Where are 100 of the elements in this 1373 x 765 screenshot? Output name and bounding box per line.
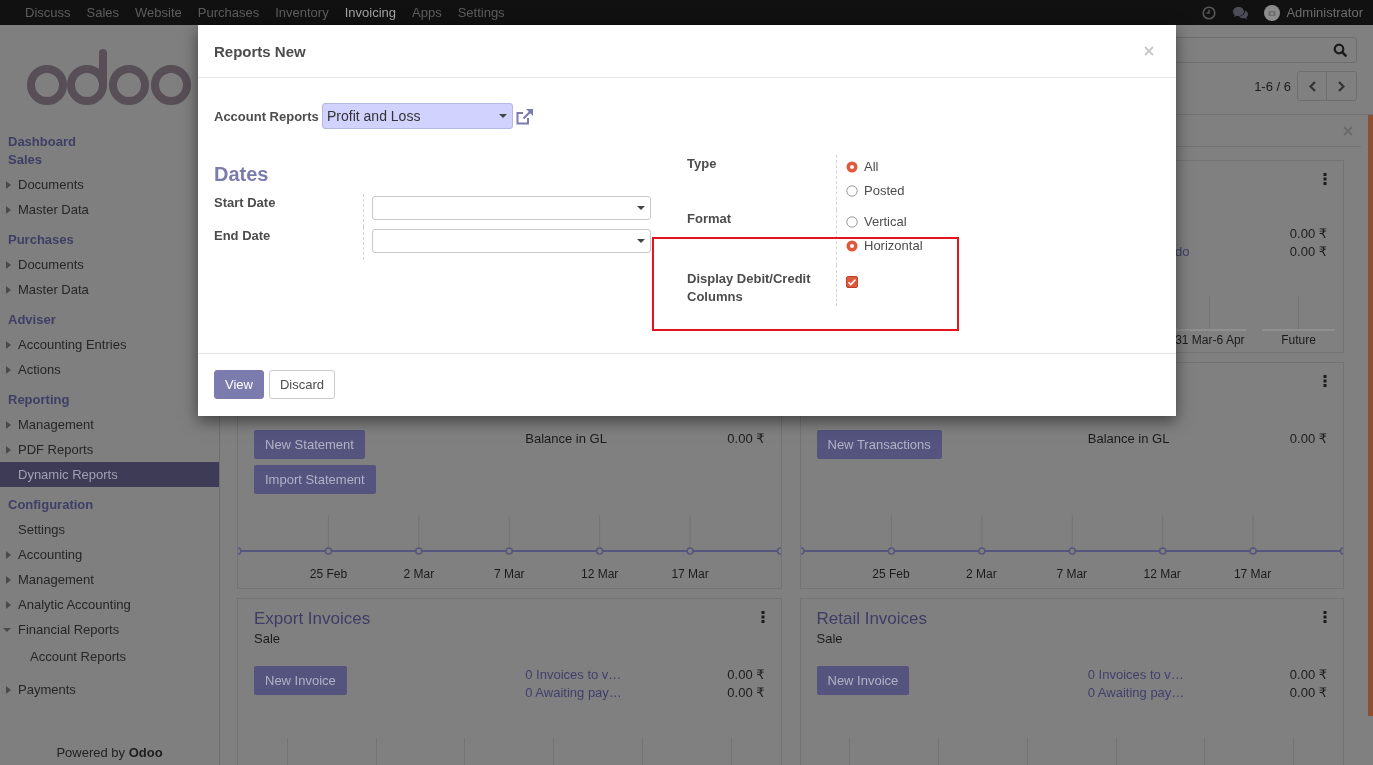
menu-item[interactable]: Settings <box>0 517 198 542</box>
app-menu-item[interactable]: Apps <box>404 0 450 25</box>
field-label: Start Date <box>214 194 277 212</box>
close-button[interactable] <box>1144 46 1154 56</box>
stat-link[interactable]: 0 Awaiting pay… <box>525 684 622 702</box>
date-field[interactable] <box>372 229 651 253</box>
card-title[interactable]: Retail Invoices <box>816 609 928 629</box>
field-label: Display Debit/Credit Columns <box>687 270 812 306</box>
menu-item[interactable]: Management <box>0 412 198 437</box>
axis-label: Future <box>1281 332 1316 349</box>
radio-button[interactable] <box>846 161 858 173</box>
action-button[interactable]: New Invoice <box>816 666 910 695</box>
axis-label: 12 Mar <box>580 566 620 583</box>
app-menu-item[interactable]: Website <box>127 0 190 25</box>
menu-item[interactable]: Documents <box>0 252 198 277</box>
kebab-menu-icon[interactable] <box>1323 375 1327 387</box>
menu-item[interactable]: PDF Reports <box>0 437 198 462</box>
chat-icon[interactable] <box>1232 5 1250 20</box>
field-label: Account Reports <box>214 108 320 124</box>
action-button[interactable]: New Statement <box>254 430 365 459</box>
radio-button[interactable] <box>846 240 858 252</box>
menu-item[interactable]: Documents <box>0 172 198 197</box>
action-button[interactable]: New Transactions <box>816 430 942 459</box>
stat-link[interactable]: do <box>1175 243 1190 261</box>
axis-label: 25 Feb <box>308 566 349 583</box>
menu-section-title: Sales <box>7 151 43 169</box>
menu-item[interactable]: Account Reports <box>0 644 198 669</box>
chart-point <box>238 547 242 555</box>
stat-link[interactable]: 0 Invoices to v… <box>1087 666 1184 684</box>
checkbox[interactable] <box>846 276 858 288</box>
stat-amount: 0.00 ₹ <box>727 430 765 448</box>
option-label[interactable]: All <box>864 155 879 179</box>
section-heading: Dates <box>214 162 270 186</box>
kebab-menu-icon[interactable] <box>1323 173 1327 185</box>
menu-item[interactable]: Financial Reports <box>0 617 198 642</box>
external-link-icon[interactable] <box>516 107 534 125</box>
stat-link[interactable]: 0 Invoices to v… <box>525 666 622 684</box>
primary-button[interactable]: View <box>214 370 264 399</box>
app-menu-item[interactable]: Settings <box>449 0 513 25</box>
menu-item[interactable]: Management <box>0 567 198 592</box>
kebab-menu-icon[interactable] <box>760 611 765 623</box>
option-label[interactable]: Vertical <box>864 210 907 234</box>
menu-section-title: Reporting <box>7 391 71 409</box>
action-button[interactable]: Import Statement <box>254 465 376 494</box>
kebab-menu-icon[interactable] <box>1323 611 1327 623</box>
date-field[interactable] <box>372 196 651 220</box>
avatar-icon[interactable] <box>1264 4 1281 21</box>
menu-section-title: Adviser <box>7 311 57 329</box>
card-subtitle: Sale <box>816 630 844 648</box>
axis-label: 2 Mar <box>965 566 998 583</box>
radio-button[interactable] <box>846 185 858 197</box>
stat-amount: 0.00 ₹ <box>1289 666 1327 684</box>
chart-point <box>800 547 805 555</box>
option-label[interactable]: Posted <box>864 179 905 203</box>
previous-button[interactable] <box>1297 71 1327 101</box>
menu-item[interactable]: Master Data <box>0 197 198 222</box>
stat-amount: 0.00 ₹ <box>727 684 765 702</box>
action-button[interactable]: New Invoice <box>254 666 347 695</box>
clock-icon[interactable] <box>1202 5 1217 20</box>
search-icon <box>1333 43 1347 57</box>
stat-link[interactable]: 0 Awaiting pay… <box>1087 684 1185 702</box>
chart-point <box>776 547 781 555</box>
chevron-left-icon <box>1308 80 1316 92</box>
axis-label: 2 Mar <box>402 566 436 583</box>
caret-down-icon <box>637 206 645 210</box>
close-icon <box>1144 46 1154 56</box>
card-title[interactable]: Export Invoices <box>254 609 371 629</box>
powered-by-text: Powered by Odoo <box>55 744 164 762</box>
menu-item[interactable]: Master Data <box>0 277 198 302</box>
menu-item[interactable]: Analytic Accounting <box>0 592 198 617</box>
menu-section-title[interactable]: Dashboard <box>0 133 198 151</box>
app-menu-item[interactable]: Invoicing <box>336 0 404 25</box>
axis-label: 7 Mar <box>492 566 526 583</box>
option-label[interactable]: Horizontal <box>864 234 923 258</box>
chevron-right-icon <box>1338 80 1345 92</box>
app-menu-item[interactable]: Inventory <box>267 0 337 25</box>
menu-section-title: Configuration <box>7 496 95 514</box>
radio-button[interactable] <box>846 216 858 228</box>
card-subtitle: Sale <box>254 630 282 648</box>
field-label: End Date <box>214 227 272 245</box>
field-label: Type <box>687 155 718 173</box>
axis-label: 31 Mar-6 Apr <box>1175 332 1245 349</box>
dialog-title: Reports New <box>214 42 306 60</box>
menu-item[interactable]: Accounting Entries <box>0 332 198 357</box>
stat-label: Balance in GL <box>1087 430 1170 448</box>
menu-item[interactable]: Actions <box>0 357 198 382</box>
app-menu-item[interactable]: Sales <box>78 0 128 25</box>
stat-amount: 0.00 ₹ <box>1289 243 1327 261</box>
menu-item[interactable]: Accounting <box>0 542 198 567</box>
user-name[interactable]: Administrator <box>1286 5 1363 20</box>
menu-item[interactable]: Payments <box>0 677 198 702</box>
menu-item[interactable]: Dynamic Reports <box>0 462 219 487</box>
select-field[interactable]: Profit and Loss <box>322 103 513 129</box>
axis-label: 7 Mar <box>1055 566 1089 583</box>
next-button[interactable] <box>1327 71 1357 101</box>
stat-label: Balance in GL <box>525 430 607 448</box>
app-menu-item[interactable]: Discuss <box>17 0 79 25</box>
app-menu-item[interactable]: Purchases <box>189 0 268 25</box>
secondary-button[interactable]: Discard <box>268 370 336 399</box>
scrollbar-thumb[interactable] <box>1368 115 1373 716</box>
